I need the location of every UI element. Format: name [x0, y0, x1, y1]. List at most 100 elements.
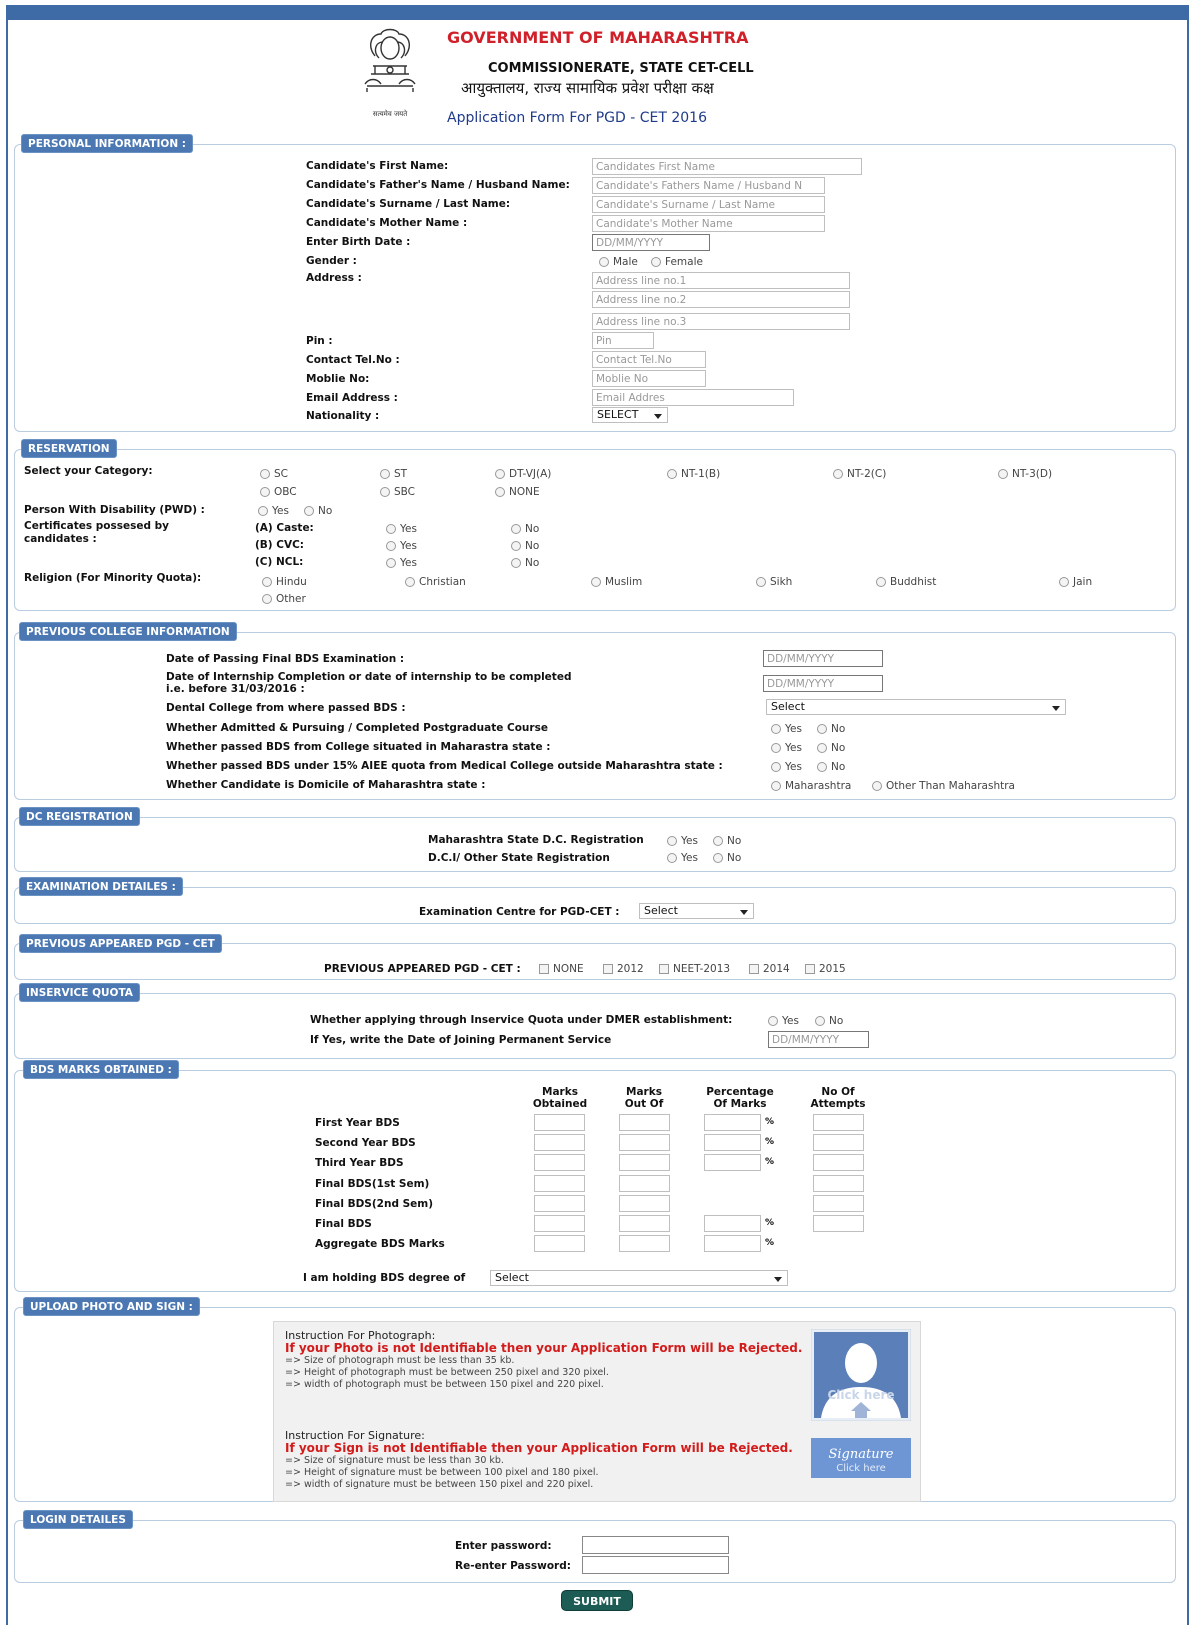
domicile-other-radio[interactable]: Other Than Maharashtra	[872, 780, 1015, 792]
third-year-pct-input[interactable]	[704, 1154, 761, 1171]
exam-centre-select[interactable]: Select	[639, 903, 754, 919]
ncl-no-radio[interactable]: No	[511, 557, 539, 569]
gender-female-radio[interactable]: Female	[651, 256, 703, 268]
password-input[interactable]	[582, 1536, 729, 1554]
second-year-attempts-input[interactable]	[813, 1134, 864, 1151]
first-year-obtained-input[interactable]	[534, 1114, 585, 1131]
internship-date-label: Date of Internship Completion or date of…	[166, 671, 572, 683]
bds-passing-date-label: Date of Passing Final BDS Examination :	[166, 653, 405, 665]
religion-hindu-radio[interactable]: Hindu	[262, 576, 307, 588]
final-sem1-obtained-input[interactable]	[534, 1175, 585, 1192]
ncl-yes-radio[interactable]: Yes	[386, 557, 417, 569]
aggregate-obtained-input[interactable]	[534, 1235, 585, 1252]
final-bds-pct-input[interactable]	[704, 1215, 761, 1232]
bds-maharashtra-no-radio[interactable]: No	[817, 742, 845, 754]
aggregate-pct-input[interactable]	[704, 1235, 761, 1252]
religion-buddhist-radio[interactable]: Buddhist	[876, 576, 936, 588]
page-title: Application Form For PGD - CET 2016	[447, 110, 707, 126]
category-nt1-radio[interactable]: NT-1(B)	[667, 468, 720, 480]
pwd-yes-radio[interactable]: Yes	[258, 505, 289, 517]
aiee-quota-yes-radio[interactable]: Yes	[771, 761, 802, 773]
religion-sikh-radio[interactable]: Sikh	[756, 576, 792, 588]
cvc-no-radio[interactable]: No	[511, 540, 539, 552]
third-year-outof-input[interactable]	[619, 1154, 670, 1171]
final-bds-outof-input[interactable]	[619, 1215, 670, 1232]
previous-2015-checkbox[interactable]: 2015	[805, 963, 846, 975]
surname-input[interactable]: Candidate's Surname / Last Name	[592, 196, 825, 213]
dc-maharashtra-no-radio[interactable]: No	[713, 835, 741, 847]
previous-2012-checkbox[interactable]: 2012	[603, 963, 644, 975]
degree-select[interactable]: Select	[490, 1270, 788, 1286]
category-nt2-radio[interactable]: NT-2(C)	[833, 468, 886, 480]
photo-upload-button[interactable]: Click here	[811, 1329, 911, 1421]
previous-2014-checkbox[interactable]: 2014	[749, 963, 790, 975]
category-none-radio[interactable]: NONE	[495, 486, 540, 498]
caste-no-radio[interactable]: No	[511, 523, 539, 535]
aiee-quota-no-radio[interactable]: No	[817, 761, 845, 773]
address-line1-input[interactable]: Address line no.1	[592, 272, 850, 289]
category-dtvj-radio[interactable]: DT-VJ(A)	[495, 468, 551, 480]
sign-upload-button[interactable]: Signature Click here	[811, 1438, 911, 1478]
first-name-input[interactable]: Candidates First Name	[592, 158, 862, 175]
inservice-yes-radio[interactable]: Yes	[768, 1015, 799, 1027]
address-line2-input[interactable]: Address line no.2	[592, 291, 850, 308]
second-year-pct-input[interactable]	[704, 1134, 761, 1151]
caste-yes-radio[interactable]: Yes	[386, 523, 417, 535]
final-sem1-outof-input[interactable]	[619, 1175, 670, 1192]
religion-other-radio[interactable]: Other	[262, 593, 306, 605]
contact-tel-input[interactable]: Contact Tel.No	[592, 351, 706, 368]
nationality-select[interactable]: SELECT	[592, 407, 668, 423]
third-year-attempts-input[interactable]	[813, 1154, 864, 1171]
pwd-no-radio[interactable]: No	[304, 505, 332, 517]
second-year-obtained-input[interactable]	[534, 1134, 585, 1151]
final-sem2-attempts-input[interactable]	[813, 1195, 864, 1212]
cvc-yes-radio[interactable]: Yes	[386, 540, 417, 552]
dci-yes-radio[interactable]: Yes	[667, 852, 698, 864]
religion-muslim-radio[interactable]: Muslim	[591, 576, 642, 588]
pin-label: Pin :	[306, 335, 333, 347]
gender-label: Gender :	[306, 255, 357, 267]
pin-input[interactable]: Pin	[592, 332, 654, 349]
sign-rule-2: => Height of signature must be between 1…	[285, 1467, 599, 1478]
final-bds-obtained-input[interactable]	[534, 1215, 585, 1232]
joining-date-input[interactable]: DD/MM/YYYY	[768, 1031, 869, 1048]
final-sem2-obtained-input[interactable]	[534, 1195, 585, 1212]
first-year-pct-input[interactable]	[704, 1114, 761, 1131]
father-name-input[interactable]: Candidate's Fathers Name / Husband N	[592, 177, 825, 194]
category-sc-radio[interactable]: SC	[260, 468, 288, 480]
address-line3-input[interactable]: Address line no.3	[592, 313, 850, 330]
bds-maharashtra-yes-radio[interactable]: Yes	[771, 742, 802, 754]
second-year-outof-input[interactable]	[619, 1134, 670, 1151]
gender-male-radio[interactable]: Male	[599, 256, 638, 268]
mobile-input[interactable]: Moblie No	[592, 370, 706, 387]
domicile-maharashtra-radio[interactable]: Maharashtra	[771, 780, 851, 792]
first-year-outof-input[interactable]	[619, 1114, 670, 1131]
birth-date-input[interactable]: DD/MM/YYYY	[592, 234, 710, 251]
dc-maharashtra-yes-radio[interactable]: Yes	[667, 835, 698, 847]
pg-course-no-radio[interactable]: No	[817, 723, 845, 735]
pg-course-yes-radio[interactable]: Yes	[771, 723, 802, 735]
dci-no-radio[interactable]: No	[713, 852, 741, 864]
mother-name-input[interactable]: Candidate's Mother Name	[592, 215, 825, 232]
previous-none-checkbox[interactable]: NONE	[539, 963, 584, 975]
bds-passing-date-input[interactable]: DD/MM/YYYY	[763, 650, 883, 667]
category-st-radio[interactable]: ST	[380, 468, 407, 480]
religion-jain-radio[interactable]: Jain	[1059, 576, 1092, 588]
category-sbc-radio[interactable]: SBC	[380, 486, 415, 498]
internship-date-input[interactable]: DD/MM/YYYY	[763, 675, 883, 692]
category-obc-radio[interactable]: OBC	[260, 486, 297, 498]
final-sem2-outof-input[interactable]	[619, 1195, 670, 1212]
repassword-input[interactable]	[582, 1556, 729, 1574]
final-sem1-attempts-input[interactable]	[813, 1175, 864, 1192]
previous-neet2013-checkbox[interactable]: NEET-2013	[659, 963, 730, 975]
religion-christian-radio[interactable]: Christian	[405, 576, 466, 588]
submit-button[interactable]: SUBMIT	[561, 1590, 633, 1611]
dental-college-select[interactable]: Select	[766, 699, 1066, 715]
aggregate-outof-input[interactable]	[619, 1235, 670, 1252]
final-bds-attempts-input[interactable]	[813, 1215, 864, 1232]
third-year-obtained-input[interactable]	[534, 1154, 585, 1171]
first-year-attempts-input[interactable]	[813, 1114, 864, 1131]
category-nt3-radio[interactable]: NT-3(D)	[998, 468, 1052, 480]
email-input[interactable]: Email Addres	[592, 389, 794, 406]
inservice-no-radio[interactable]: No	[815, 1015, 843, 1027]
